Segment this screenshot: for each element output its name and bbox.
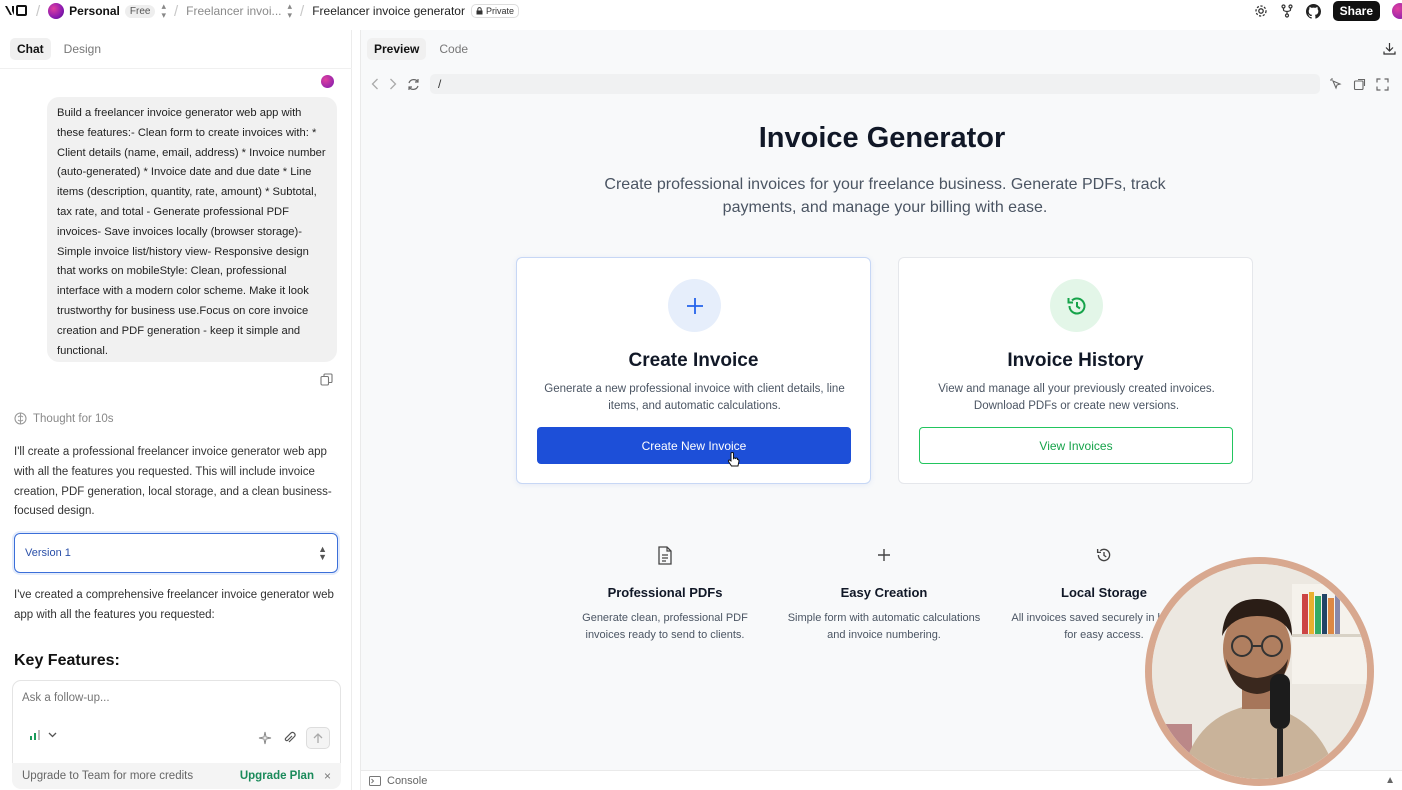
- lock-icon: [476, 7, 483, 15]
- tab-chat[interactable]: Chat: [10, 38, 51, 60]
- console-label: Console: [387, 774, 428, 787]
- git-fork-icon[interactable]: [1280, 4, 1294, 18]
- send-button[interactable]: [306, 727, 330, 749]
- fullscreen-icon[interactable]: [1376, 77, 1389, 91]
- plan-badge: Free: [124, 4, 156, 18]
- thought-indicator[interactable]: Thought for 10s: [14, 412, 114, 425]
- card-title: Invoice History: [1007, 350, 1144, 371]
- signal-bars-icon: [30, 730, 40, 740]
- user-avatar[interactable]: [1392, 3, 1402, 19]
- feature-professional-pdfs: Professional PDFs Generate clean, profes…: [565, 540, 765, 643]
- thought-label: Thought for 10s: [33, 412, 114, 425]
- open-new-tab-icon[interactable]: [1353, 78, 1366, 91]
- create-invoice-card: Create Invoice Generate a new profession…: [516, 257, 871, 484]
- url-input[interactable]: /: [430, 74, 1320, 94]
- chevron-up-icon[interactable]: ▲: [1385, 775, 1395, 786]
- chat-panel: Chat Design Build a freelancer invoice g…: [0, 30, 352, 790]
- chevron-updown-icon: ▲ ▼: [318, 544, 327, 562]
- preview-tools: [1330, 77, 1389, 91]
- breadcrumb-separator: /: [173, 2, 179, 20]
- workspace-avatar: [48, 3, 65, 19]
- refresh-icon[interactable]: [407, 78, 420, 91]
- project-switcher[interactable]: Freelancer invoi...: [186, 4, 281, 18]
- top-bar: / Personal Free ▴ ▾ / Freelancer invoi...…: [0, 0, 1402, 22]
- assistant-summary: I've created a comprehensive freelancer …: [14, 589, 334, 621]
- top-actions: Share: [1254, 1, 1402, 21]
- preview-url-bar: /: [361, 68, 1402, 100]
- breadcrumb-separator: /: [36, 2, 41, 20]
- download-icon[interactable]: [1383, 42, 1396, 55]
- chevron-down-icon: [48, 732, 57, 738]
- settings-gear-icon[interactable]: [1254, 4, 1268, 18]
- plus-icon: [784, 540, 984, 570]
- invoice-history-card: Invoice History View and manage all your…: [898, 257, 1253, 484]
- feature-title: Professional PDFs: [607, 585, 723, 600]
- composer-actions: [258, 727, 330, 749]
- page-title: Invoice Generator: [758, 122, 1006, 154]
- feature-title: Easy Creation: [840, 585, 928, 600]
- model-selector[interactable]: [29, 730, 57, 740]
- presenter-video: [1152, 564, 1367, 779]
- close-banner-button[interactable]: ×: [324, 769, 331, 783]
- copy-icon[interactable]: [320, 373, 333, 386]
- workspace-name[interactable]: Personal: [69, 4, 120, 18]
- user-message: Build a freelancer invoice generator web…: [47, 97, 337, 362]
- feature-description: Simple form with automatic calculations …: [787, 612, 981, 641]
- history-icon: [1050, 279, 1103, 332]
- breadcrumb-separator: /: [300, 2, 305, 20]
- visibility-label: Private: [485, 6, 514, 16]
- tab-preview[interactable]: Preview: [367, 38, 427, 60]
- upgrade-plan-link[interactable]: Upgrade Plan: [240, 770, 314, 782]
- upgrade-banner: Upgrade to Team for more credits Upgrade…: [12, 763, 341, 789]
- divider: [0, 68, 352, 69]
- forward-arrow-icon[interactable]: [389, 78, 397, 90]
- version-label: Version 1: [25, 547, 71, 559]
- arrow-up-icon: [313, 732, 323, 743]
- user-message-avatar: [321, 75, 334, 88]
- chat-tabs: Chat Design: [10, 38, 108, 60]
- preview-tabs: Preview Code: [367, 38, 475, 60]
- key-features-heading: Key Features:: [14, 652, 120, 669]
- back-arrow-icon[interactable]: [371, 78, 379, 90]
- follow-up-input[interactable]: [22, 692, 322, 704]
- plus-icon: [668, 279, 721, 332]
- sparkle-icon[interactable]: [258, 731, 272, 745]
- select-element-icon[interactable]: [1330, 78, 1343, 91]
- share-button[interactable]: Share: [1332, 1, 1380, 21]
- history-icon: [1004, 540, 1204, 570]
- upgrade-text: Upgrade to Team for more credits: [22, 770, 194, 782]
- tab-code[interactable]: Code: [432, 38, 475, 60]
- card-description: View and manage all your previously crea…: [938, 383, 1215, 412]
- paperclip-icon[interactable]: [282, 731, 296, 745]
- mouse-cursor-icon: [727, 452, 740, 467]
- feature-easy-creation: Easy Creation Simple form with automatic…: [784, 540, 984, 643]
- brain-icon: [14, 412, 27, 425]
- v0-logo-icon[interactable]: [4, 4, 28, 18]
- document-icon: [565, 540, 765, 570]
- webcam-overlay: [1145, 557, 1374, 786]
- visibility-badge[interactable]: Private: [470, 4, 519, 18]
- create-new-invoice-button[interactable]: Create New Invoice: [537, 427, 851, 464]
- project-switcher-icon[interactable]: ▴ ▾: [288, 2, 293, 20]
- card-title: Create Invoice: [628, 350, 759, 371]
- assistant-intro: I'll create a professional freelancer in…: [14, 446, 332, 518]
- github-icon[interactable]: [1305, 3, 1321, 19]
- view-invoices-button[interactable]: View Invoices: [919, 427, 1233, 464]
- terminal-icon: [369, 775, 381, 786]
- project-name[interactable]: Freelancer invoice generator: [312, 4, 465, 18]
- workspace-switcher-icon[interactable]: ▴ ▾: [161, 2, 166, 20]
- card-description: Generate a new professional invoice with…: [544, 383, 845, 412]
- page-subtitle: Create professional invoices for your fr…: [604, 176, 1166, 216]
- version-select[interactable]: Version 1 ▲ ▼: [14, 533, 338, 573]
- feature-description: Generate clean, professional PDF invoice…: [582, 612, 748, 641]
- tab-design[interactable]: Design: [57, 38, 108, 60]
